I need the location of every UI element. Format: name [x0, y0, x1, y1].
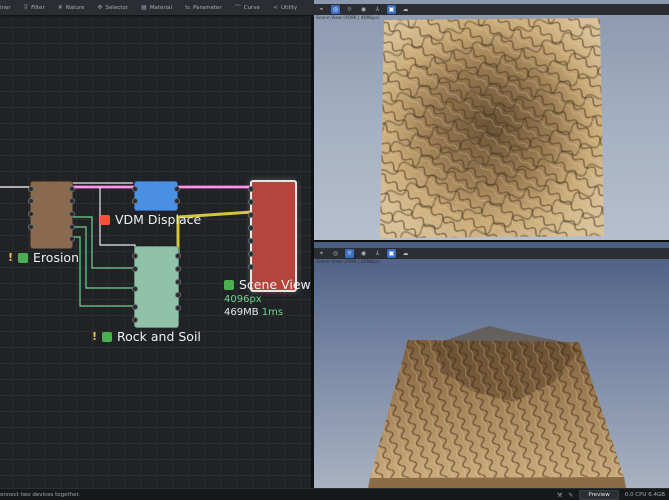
- toolbar-label-filter: Filter: [31, 4, 45, 11]
- toolbar-item-parameter[interactable]: ⇆ Parameter: [185, 4, 222, 11]
- scene-stats: 469MB 1ms: [224, 307, 283, 318]
- scene-in-port[interactable]: [248, 264, 254, 270]
- erosion-in-port[interactable]: [28, 198, 34, 204]
- erosion-out-port[interactable]: [69, 198, 75, 204]
- node-graph-canvas[interactable]: ! Erosion VDM Displace ! Rock and Soil S…: [0, 17, 311, 488]
- toolbar-label-curve: Curve: [243, 4, 260, 11]
- scene-in-port[interactable]: [248, 199, 254, 205]
- vdm-out-port[interactable]: [174, 186, 180, 192]
- scene-resolution: 4096px: [224, 294, 262, 305]
- node-status-swatch: [100, 214, 110, 225]
- warning-icon: !: [92, 330, 98, 343]
- curve-icon: ⌒: [234, 5, 241, 12]
- app-window: iner ⊽ Filter ❦ Nature ✥ Selector ▦ Mate…: [0, 0, 669, 500]
- vdm-in-port[interactable]: [132, 186, 138, 192]
- rock-out-port[interactable]: [175, 253, 181, 259]
- rock-in-port[interactable]: [132, 304, 138, 310]
- rock-out-port[interactable]: [175, 292, 181, 298]
- tools-icon[interactable]: ⚒: [557, 492, 562, 499]
- toolbar-item-selector[interactable]: ✥ Selector: [97, 4, 128, 11]
- rock-out-port[interactable]: [175, 279, 181, 285]
- toolbar-label-material: Material: [149, 4, 173, 11]
- vdm-displace-node[interactable]: [132, 181, 180, 211]
- rock-and-soil-label: ! Rock and Soil: [92, 329, 201, 344]
- utility-icon: ⋖: [272, 4, 278, 11]
- toolbar-item-material[interactable]: ▦ Material: [141, 4, 172, 11]
- vdm-displace-node-title: VDM Displace: [115, 212, 202, 227]
- rock-out-port[interactable]: [175, 266, 181, 272]
- vdm-displace-label: VDM Displace: [100, 212, 201, 227]
- scene-view-label: Scene View: [224, 277, 311, 292]
- toolbar-label-utility: Utility: [280, 4, 298, 11]
- rock-out-port[interactable]: [175, 305, 181, 311]
- selector-icon: ✥: [97, 4, 103, 11]
- scene-in-port[interactable]: [248, 212, 254, 218]
- rock-in-port[interactable]: [132, 253, 138, 259]
- terrain-render-top: [380, 18, 604, 238]
- node-status-swatch: [102, 331, 113, 342]
- toolbar-item-container[interactable]: iner: [0, 5, 11, 11]
- erosion-out-port[interactable]: [69, 211, 75, 217]
- vdm-out-port[interactable]: [174, 198, 180, 204]
- erosion-node[interactable]: [28, 181, 75, 249]
- erosion-in-port[interactable]: [28, 186, 34, 192]
- node-status-swatch: [18, 252, 29, 263]
- scene-memory: 469MB: [224, 307, 259, 318]
- status-message: onnect two devices together.: [0, 491, 81, 498]
- rock-and-soil-node-title: Rock and Soil: [117, 329, 201, 344]
- scene-viewport-top[interactable]: ⌖ ◎ ☼ ◉ ⅄ ▣ ☁ Scene View (4096 | 4096px): [314, 0, 669, 240]
- rock-in-port[interactable]: [132, 266, 138, 272]
- scene-in-port[interactable]: [248, 238, 254, 244]
- toolbar-item-nature[interactable]: ❦ Nature: [58, 4, 85, 11]
- preview-button[interactable]: Preview: [579, 490, 619, 500]
- status-bar: onnect two devices together. ⚒ ✎ Preview…: [0, 488, 669, 500]
- rock-in-port[interactable]: [132, 286, 138, 292]
- erosion-label: ! Erosion: [8, 250, 79, 265]
- material-icon: ▦: [141, 4, 147, 11]
- scene-view-node[interactable]: [248, 180, 297, 292]
- rock-in-port[interactable]: [132, 317, 138, 323]
- node-status-swatch: [224, 279, 234, 290]
- filter-icon: ⊽: [23, 4, 29, 11]
- warning-icon: !: [8, 251, 14, 264]
- scene-in-port[interactable]: [248, 186, 254, 192]
- rock-and-soil-node[interactable]: [132, 246, 181, 328]
- scene-time: 1ms: [261, 307, 284, 318]
- terrain-render-bottom: [368, 326, 626, 488]
- wire-erosion-rock-2: [72, 226, 134, 289]
- toolbar-label-nature: Nature: [65, 4, 85, 11]
- leaf-icon: ❦: [57, 4, 63, 11]
- erosion-out-port[interactable]: [69, 224, 75, 230]
- toolbar-item-filter[interactable]: ⊽ Filter: [24, 4, 45, 11]
- toolbar-item-curve[interactable]: ⌒ Curve: [234, 3, 260, 13]
- scene-in-port[interactable]: [248, 251, 254, 257]
- scene-viewport-bottom[interactable]: ⌖ ◎ ☼ ◉ ⅄ ▣ ☁ Scene View (4096 | 4096px): [314, 242, 669, 488]
- vdm-in-port[interactable]: [132, 198, 138, 204]
- scene-in-port[interactable]: [248, 225, 254, 231]
- parameter-icon: ⇆: [185, 4, 191, 11]
- scene-view-node-title: Scene View: [239, 277, 311, 292]
- erosion-in-port[interactable]: [28, 224, 34, 230]
- toolbar-label-container: iner: [0, 4, 11, 11]
- wire-erosion-rock-3: [72, 236, 134, 307]
- erosion-out-port[interactable]: [69, 186, 75, 192]
- toolbar-label-parameter: Parameter: [193, 4, 222, 11]
- erosion-out-port[interactable]: [69, 236, 75, 242]
- toolbar-label-selector: Selector: [105, 4, 129, 11]
- toolbar-item-utility[interactable]: ⋖ Utility: [273, 4, 297, 11]
- performance-readout: 0.0 CPU 6.4GB: [624, 492, 665, 498]
- erosion-in-port[interactable]: [28, 211, 34, 217]
- pin-icon[interactable]: ✎: [568, 492, 573, 499]
- erosion-node-title: Erosion: [33, 250, 79, 265]
